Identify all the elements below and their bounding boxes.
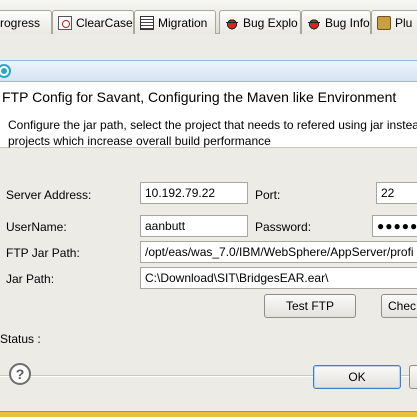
server-address-input[interactable]: 10.192.79.22 (140, 182, 248, 204)
view-tab-bar: rogress ClearCase Migration Bug Explo Bu… (0, 0, 417, 34)
dialog-header: FTP Config for Savant, Configuring the M… (0, 82, 417, 148)
tab-label: Plu (395, 15, 413, 30)
dialog-titlebar[interactable] (0, 60, 417, 82)
tab-label: ClearCase (76, 15, 133, 30)
bug-icon (307, 15, 321, 30)
clearcase-icon (58, 15, 72, 30)
bug-icon (225, 15, 239, 30)
dialog-description: Configure the jar path, select the proje… (8, 117, 417, 149)
migration-icon (140, 15, 154, 30)
username-input[interactable]: aanbutt (140, 215, 248, 237)
window-border (0, 411, 417, 417)
cancel-button[interactable] (409, 365, 417, 389)
tab-label: Bug Explo (243, 15, 298, 30)
jar-path-input[interactable]: C:\Download\SIT\BridgesEAR.ear\ (140, 267, 417, 289)
tab-plugins[interactable]: Plu (371, 10, 417, 34)
tab-progress[interactable]: rogress (0, 10, 52, 34)
port-input[interactable]: 22 (376, 182, 417, 204)
test-ftp-button[interactable]: Test FTP (264, 294, 356, 318)
help-icon[interactable]: ? (9, 363, 31, 385)
tab-bug-explorer[interactable]: Bug Explo (219, 10, 301, 34)
savant-app-icon (0, 64, 11, 78)
tab-bug-info[interactable]: Bug Info (301, 10, 371, 34)
ok-button[interactable]: OK (313, 365, 401, 389)
tab-migration[interactable]: Migration (134, 10, 216, 34)
plugin-icon (377, 15, 391, 30)
description-line: Configure the jar path, select the proje… (8, 118, 417, 132)
password-label: Password: (255, 220, 312, 234)
username-label: UserName: (6, 220, 67, 234)
server-address-label: Server Address: (6, 188, 92, 202)
ftp-config-dialog: FTP Config for Savant, Configuring the M… (0, 60, 417, 413)
tab-label: Migration (158, 15, 208, 30)
jar-path-label: Jar Path: (6, 272, 55, 286)
tab-label: rogress (0, 15, 41, 30)
tab-label: Bug Info (325, 15, 370, 30)
password-input[interactable]: ●●●●●●●● (372, 215, 417, 237)
check-button[interactable]: Chec (381, 294, 417, 318)
status-label: Status : (0, 332, 41, 346)
description-line: projects which increase overall build pe… (8, 134, 271, 148)
tab-clearcase[interactable]: ClearCase (52, 10, 134, 34)
dialog-header-title: FTP Config for Savant, Configuring the M… (2, 89, 397, 105)
ftp-jar-path-input[interactable]: /opt/eas/was_7.0/IBM/WebSphere/AppServer… (140, 241, 417, 263)
port-label: Port: (255, 188, 281, 202)
ftp-jar-path-label: FTP Jar Path: (6, 246, 80, 260)
